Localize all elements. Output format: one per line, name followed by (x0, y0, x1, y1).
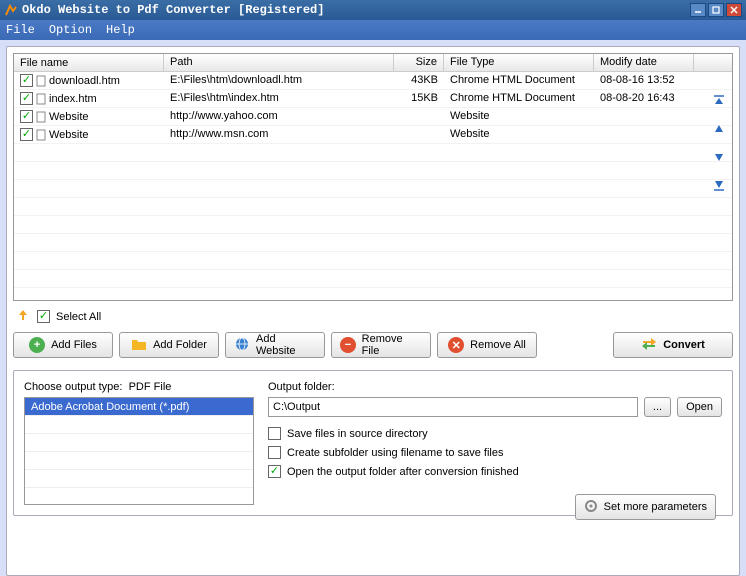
table-row[interactable]: index.htm E:\Files\htm\index.htm15KBChrom… (14, 90, 732, 108)
row-path: E:\Files\htm\downloadl.htm (164, 72, 394, 89)
row-filename: Website (49, 111, 89, 123)
set-more-parameters-button[interactable]: Set more parameters (575, 494, 716, 520)
file-table: File name Path Size File Type Modify dat… (13, 53, 733, 301)
table-row[interactable]: downloadl.htm E:\Files\htm\downloadl.htm4… (14, 72, 732, 90)
row-size (394, 108, 444, 125)
open-after-label: Open the output folder after conversion … (287, 466, 519, 478)
create-subfolder-checkbox[interactable] (268, 446, 281, 459)
row-checkbox[interactable] (20, 92, 33, 105)
table-row[interactable]: Website http://www.msn.com Website (14, 126, 732, 144)
menu-option[interactable]: Option (49, 23, 92, 37)
add-website-button[interactable]: Add Website (225, 332, 325, 358)
row-size (394, 126, 444, 143)
save-in-source-checkbox[interactable] (268, 427, 281, 440)
globe-icon (234, 336, 250, 355)
row-path: http://www.msn.com (164, 126, 394, 143)
minimize-button[interactable] (690, 3, 706, 17)
menu-file[interactable]: File (6, 23, 35, 37)
window-title: Okdo Website to Pdf Converter [Registere… (22, 3, 324, 17)
row-type: Website (444, 126, 594, 143)
row-size: 15KB (394, 90, 444, 107)
column-header-path[interactable]: Path (164, 54, 394, 71)
remove-file-button[interactable]: −Remove File (331, 332, 431, 358)
remove-all-button[interactable]: ✕Remove All (437, 332, 537, 358)
maximize-button[interactable] (708, 3, 724, 17)
move-up-button[interactable] (710, 120, 728, 138)
add-files-button[interactable]: +Add Files (13, 332, 113, 358)
row-date: 08-08-16 13:52 (594, 72, 694, 89)
row-date (594, 108, 694, 125)
save-in-source-label: Save files in source directory (287, 428, 428, 440)
browse-button[interactable]: ... (644, 397, 671, 417)
move-bottom-button[interactable] (710, 176, 728, 194)
choose-output-type-label: Choose output type: PDF File (24, 381, 171, 393)
file-icon (35, 93, 47, 105)
close-button[interactable] (726, 3, 742, 17)
column-header-name[interactable]: File name (14, 54, 164, 71)
x-icon: ✕ (448, 337, 464, 353)
row-date (594, 126, 694, 143)
output-type-option[interactable]: Adobe Acrobat Document (*.pdf) (25, 398, 253, 416)
row-filename: index.htm (49, 93, 97, 105)
output-folder-label: Output folder: (268, 381, 722, 393)
move-down-button[interactable] (710, 148, 728, 166)
row-checkbox[interactable] (20, 110, 33, 123)
menu-help[interactable]: Help (106, 23, 135, 37)
output-folder-input[interactable] (268, 397, 638, 417)
plus-icon: + (29, 337, 45, 353)
open-after-checkbox[interactable] (268, 465, 281, 478)
create-subfolder-label: Create subfolder using filename to save … (287, 447, 503, 459)
add-folder-button[interactable]: Add Folder (119, 332, 219, 358)
row-type: Chrome HTML Document (444, 90, 594, 107)
row-filename: downloadl.htm (49, 75, 120, 87)
row-size: 43KB (394, 72, 444, 89)
app-icon (4, 3, 18, 17)
column-header-type[interactable]: File Type (444, 54, 594, 71)
column-header-size[interactable]: Size (394, 54, 444, 71)
open-folder-button[interactable]: Open (677, 397, 722, 417)
select-all-label: Select All (56, 311, 101, 323)
row-path: E:\Files\htm\index.htm (164, 90, 394, 107)
row-checkbox[interactable] (20, 74, 33, 87)
row-date: 08-08-20 16:43 (594, 90, 694, 107)
folder-icon (131, 337, 147, 354)
minus-icon: − (340, 337, 356, 353)
row-filename: Website (49, 129, 89, 141)
row-checkbox[interactable] (20, 128, 33, 141)
row-type: Chrome HTML Document (444, 72, 594, 89)
gear-icon (584, 499, 598, 516)
file-icon (35, 129, 47, 141)
row-path: http://www.yahoo.com (164, 108, 394, 125)
move-top-button[interactable] (710, 92, 728, 110)
file-icon (35, 75, 47, 87)
select-all-checkbox[interactable] (37, 310, 50, 323)
column-header-date[interactable]: Modify date (594, 54, 694, 71)
file-icon (35, 111, 47, 123)
up-folder-icon[interactable] (15, 307, 31, 326)
table-row[interactable]: Website http://www.yahoo.com Website (14, 108, 732, 126)
row-type: Website (444, 108, 594, 125)
convert-icon (641, 337, 657, 354)
convert-button[interactable]: Convert (613, 332, 733, 358)
output-type-list[interactable]: Adobe Acrobat Document (*.pdf) (24, 397, 254, 505)
